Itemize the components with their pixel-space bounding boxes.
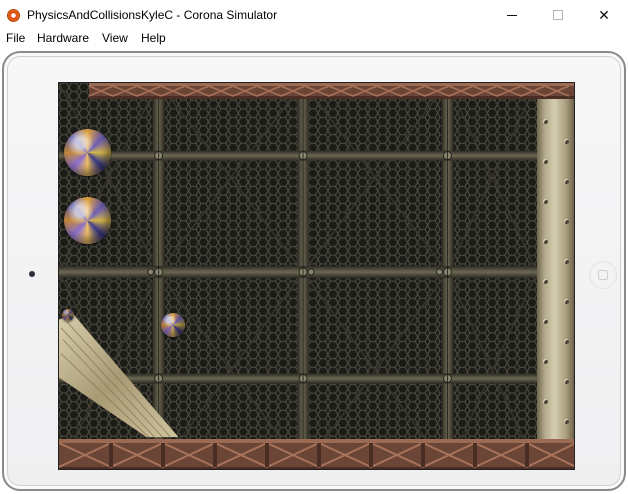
title-bar[interactable]: PhysicsAndCollisionsKyleC - Corona Simul…	[0, 0, 628, 30]
minimize-button[interactable]	[489, 0, 535, 30]
tablet-device-frame	[2, 51, 626, 491]
front-camera	[29, 271, 35, 277]
close-icon: ✕	[598, 6, 610, 23]
wooden-ramp	[59, 313, 179, 438]
corona-app-icon	[7, 9, 20, 22]
marble-ball-medium[interactable]	[161, 313, 185, 337]
home-button[interactable]	[589, 261, 617, 289]
device-skin-area	[0, 48, 628, 494]
menu-view[interactable]: View	[102, 31, 128, 45]
marble-ball-small[interactable]	[62, 309, 74, 321]
maximize-icon	[553, 10, 563, 20]
window-title: PhysicsAndCollisionsKyleC - Corona Simul…	[27, 8, 278, 22]
close-button[interactable]: ✕	[581, 0, 627, 30]
menu-bar: File Hardware View Help	[0, 30, 628, 48]
menu-hardware[interactable]: Hardware	[37, 31, 89, 45]
maximize-button[interactable]	[535, 0, 581, 30]
simulator-window: PhysicsAndCollisionsKyleC - Corona Simul…	[0, 0, 628, 494]
minimize-icon	[507, 14, 517, 16]
marble-ball-large-middle[interactable]	[64, 197, 111, 244]
menu-help[interactable]: Help	[141, 31, 166, 45]
marble-ball-large-top[interactable]	[64, 129, 111, 176]
menu-file[interactable]: File	[6, 31, 25, 45]
home-icon	[598, 270, 608, 280]
bottom-girder	[59, 439, 574, 469]
game-screen[interactable]	[58, 82, 575, 470]
